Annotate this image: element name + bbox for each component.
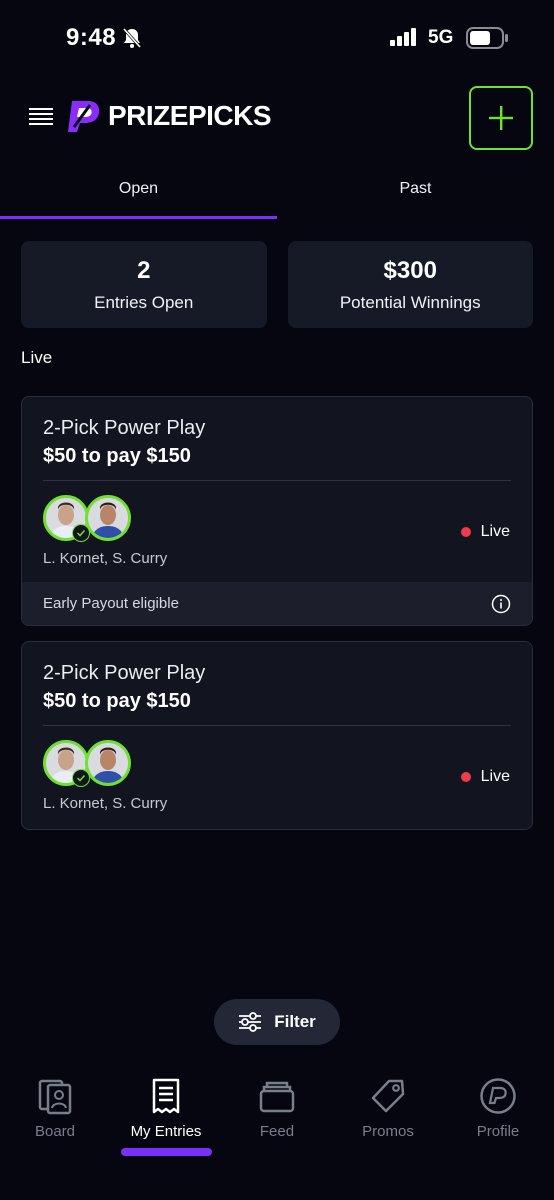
- feed-icon: [259, 1081, 295, 1113]
- divider: [43, 725, 511, 726]
- potential-winnings-card: $300 Potential Winnings: [287, 241, 533, 328]
- filter-label: Filter: [274, 1012, 316, 1031]
- status-time: 9:48: [66, 24, 117, 51]
- live-section-heading: Live: [21, 348, 53, 367]
- entry-type: 2-Pick Power Play: [43, 662, 206, 684]
- player-avatars: [43, 495, 143, 543]
- nav-my-entries[interactable]: My Entries: [116, 1077, 216, 1140]
- entry-stake: $50 to pay $150: [43, 690, 191, 712]
- entry-players: L. Kornet, S. Curry: [43, 795, 168, 812]
- early-payout-strip: Early Payout eligible: [22, 582, 532, 625]
- entries-icon: [152, 1078, 180, 1114]
- info-icon[interactable]: [491, 594, 511, 614]
- promos-icon: [371, 1079, 405, 1113]
- entries-summary: 2 Entries Open $300 Potential Winnings: [21, 241, 533, 328]
- active-tab-indicator: [121, 1148, 212, 1156]
- signal-icon: [390, 28, 416, 46]
- nav-board-label: Board: [34, 1123, 76, 1140]
- check-badge-icon: [72, 524, 90, 542]
- nav-promos[interactable]: Promos: [338, 1077, 438, 1140]
- live-status-label: Live: [480, 768, 510, 785]
- nav-my-entries-label: My Entries: [130, 1123, 202, 1140]
- live-dot-icon: [460, 772, 471, 782]
- bottom-nav: Board My Entries Feed Promos Profile: [0, 1065, 554, 1200]
- nav-feed[interactable]: Feed: [227, 1077, 327, 1140]
- entries-open-card: 2 Entries Open: [21, 241, 267, 328]
- entry-stake: $50 to pay $150: [43, 445, 191, 467]
- nav-profile[interactable]: Profile: [448, 1077, 548, 1140]
- entries-open-count: 2: [137, 256, 151, 284]
- brand-logo: PRIZEPICKS: [66, 97, 272, 135]
- live-status: Live: [460, 768, 510, 786]
- entry-players: L. Kornet, S. Curry: [43, 550, 168, 567]
- sliders-icon: [239, 1012, 262, 1032]
- divider: [43, 480, 511, 481]
- nav-board[interactable]: Board: [5, 1077, 105, 1140]
- board-icon: [38, 1079, 72, 1115]
- live-status: Live: [460, 523, 510, 541]
- nav-profile-label: Profile: [476, 1123, 520, 1140]
- entry-type: 2-Pick Power Play: [43, 417, 206, 439]
- entry-card[interactable]: 2-Pick Power Play $50 to pay $150 L. Kor…: [21, 641, 533, 830]
- potential-winnings-value: $300: [383, 256, 437, 284]
- battery-icon: [466, 27, 508, 49]
- player-avatars: [43, 740, 143, 788]
- live-status-label: Live: [480, 523, 510, 540]
- nav-feed-label: Feed: [259, 1123, 295, 1140]
- nav-promos-label: Promos: [362, 1123, 414, 1140]
- bell-muted-icon: [122, 28, 142, 48]
- profile-icon: [480, 1078, 516, 1114]
- hamburger-menu-icon[interactable]: [29, 105, 53, 129]
- filter-button[interactable]: Filter: [214, 999, 340, 1045]
- add-entry-button[interactable]: [469, 86, 533, 150]
- entries-open-label: Entries Open: [94, 292, 194, 312]
- prizepicks-logo-icon: [68, 101, 100, 132]
- potential-winnings-label: Potential Winnings: [339, 292, 481, 312]
- avatar: [85, 740, 131, 786]
- early-payout-text: Early Payout eligible: [43, 595, 179, 612]
- live-dot-icon: [460, 527, 471, 537]
- check-badge-icon: [72, 769, 90, 787]
- plus-icon: [489, 106, 513, 130]
- my-entries-screen: 9:48 5G PRIZEPICKS Open Past 2 Entries O…: [0, 0, 554, 1200]
- entries-tabs: Open Past: [0, 170, 554, 222]
- network-label: 5G: [428, 27, 454, 48]
- avatar: [85, 495, 131, 541]
- tab-open[interactable]: Open: [0, 170, 277, 222]
- entry-card[interactable]: 2-Pick Power Play $50 to pay $150 L. Kor…: [21, 396, 533, 626]
- tab-past[interactable]: Past: [277, 170, 554, 222]
- status-bar: 9:48 5G: [0, 0, 554, 76]
- brand-name: PRIZEPICKS: [108, 100, 272, 131]
